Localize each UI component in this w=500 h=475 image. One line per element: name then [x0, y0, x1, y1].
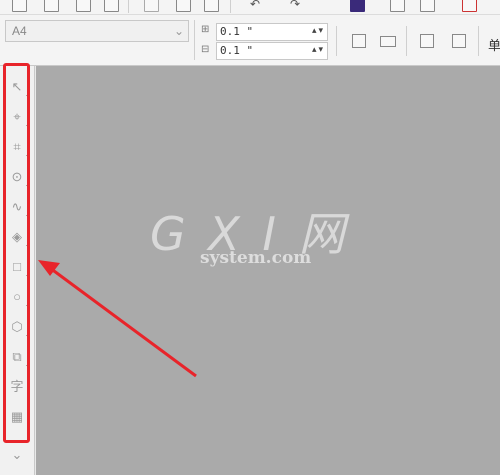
annotation-arrow	[38, 260, 197, 378]
arrow-shaft	[49, 266, 197, 378]
